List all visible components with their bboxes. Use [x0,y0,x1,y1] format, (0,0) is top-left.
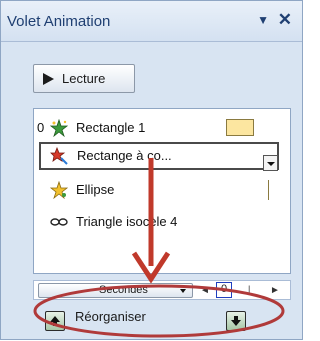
motion-loop-icon [50,218,68,226]
entrance-effect-icon [50,119,68,137]
animation-item[interactable]: Triangle isocèle 4 [34,209,290,235]
reorder-label: Réorganiser [75,309,146,324]
move-down-button[interactable] [226,311,246,331]
animation-pane: Volet Animation ▼ ✕ Lecture 0 Rectangle … [0,0,303,340]
scroll-left-icon[interactable]: ◄ [200,285,210,296]
animation-item[interactable]: Ellipse [34,177,290,203]
animation-list[interactable]: 0 Rectangle 1 Rectange à co... Ellipse T… [33,108,291,274]
item-options-dropdown[interactable] [263,155,278,171]
animation-order-number: 0 [37,120,45,135]
timeline-bar[interactable] [226,119,254,136]
animation-item-label: Rectangle 1 [76,120,146,135]
arrow-up-icon [50,316,60,326]
timeline-toolbar: Secondes ◄ 0 | ► [33,280,291,300]
arrow-down-icon [231,316,241,326]
scroll-right-icon[interactable]: ► [270,285,280,296]
play-button-label: Lecture [62,71,106,86]
motion-path-icon [50,147,68,165]
seconds-label: Secondes [99,284,148,296]
pane-menu-icon[interactable]: ▼ [257,13,269,27]
animation-item-label: Triangle isocèle 4 [76,214,178,229]
seconds-dropdown[interactable]: Secondes [38,283,193,298]
move-up-button[interactable] [45,311,65,331]
animation-item[interactable]: 0 Rectangle 1 [34,115,290,141]
play-icon [43,73,54,85]
chevron-down-icon [180,289,186,293]
animation-item-label: Rectange à co... [77,148,172,163]
animation-item-selected[interactable]: Rectange à co... [39,142,279,170]
close-icon[interactable]: ✕ [278,10,292,30]
pane-header: Volet Animation ▼ ✕ [1,1,302,42]
entrance-effect-icon [50,181,68,199]
play-button[interactable]: Lecture [33,64,135,93]
pane-title: Volet Animation [7,13,111,30]
animation-item-label: Ellipse [76,182,115,197]
timeline-tick: | [248,284,251,294]
timeline-zero-box[interactable]: 0 [216,282,232,298]
